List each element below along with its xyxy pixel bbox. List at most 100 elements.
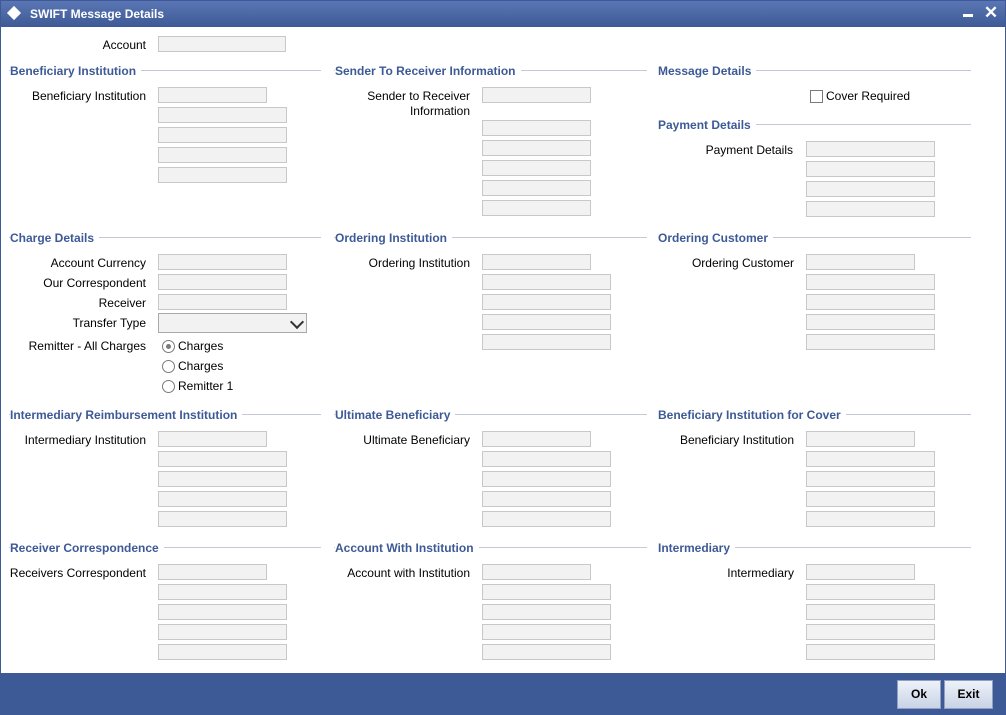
payment-details-line-3[interactable] [806,181,935,197]
ultimate-beneficiary-line-3[interactable] [482,471,611,487]
window-title: SWIFT Message Details [30,7,165,21]
sender-to-receiver-label-line-2: Information [409,104,470,118]
sender-to-receiver-line-2[interactable] [482,120,591,136]
ordering-customer-line-5[interactable] [806,334,935,350]
intermediary-institution-line-4[interactable] [158,491,287,507]
account-input[interactable] [158,36,286,52]
beneficiary-institution-cover-line-3[interactable] [806,471,935,487]
payment-details-line-4[interactable] [806,201,935,217]
section-ordering-customer: Ordering Customer [658,231,774,245]
ordering-institution-line-2[interactable] [482,274,611,290]
section-receiver-correspondence: Receiver Correspondence [10,541,164,555]
account-with-institution-line-3[interactable] [482,604,611,620]
beneficiary-institution-line-5[interactable] [158,167,287,183]
minimize-button[interactable] [959,4,977,22]
receivers-correspondent-line-5[interactable] [158,644,287,660]
ordering-customer-input[interactable] [806,254,915,270]
beneficiary-institution-label: Beneficiary Institution [31,89,146,103]
intermediary-line-5[interactable] [806,644,935,660]
intermediary-line-4[interactable] [806,624,935,640]
radio-charges-1[interactable] [162,340,175,353]
ordering-customer-line-3[interactable] [806,294,935,310]
intermediary-input[interactable] [806,564,915,580]
receivers-correspondent-input[interactable] [158,564,267,580]
ultimate-beneficiary-line-5[interactable] [482,511,611,527]
remitter-all-charges-label: Remitter - All Charges [28,339,146,353]
beneficiary-institution-cover-line-2[interactable] [806,451,935,467]
sender-to-receiver-line-4[interactable] [482,160,591,176]
section-account-with-institution: Account With Institution [335,541,479,555]
radio-charges-2-label: Charges [178,359,224,373]
ordering-institution-input[interactable] [482,254,591,270]
account-with-institution-input[interactable] [482,564,591,580]
ordering-institution-line-5[interactable] [482,334,611,350]
ultimate-beneficiary-input[interactable] [482,431,591,447]
ordering-customer-line-2[interactable] [806,274,935,290]
sender-to-receiver-line-6[interactable] [482,200,591,216]
ultimate-beneficiary-line-2[interactable] [482,451,611,467]
our-correspondent-input[interactable] [158,274,287,290]
section-intermediary: Intermediary [658,541,736,555]
payment-details-label: Payment Details [705,143,793,157]
payment-details-line-2[interactable] [806,161,935,177]
beneficiary-institution-cover-input[interactable] [806,431,915,447]
radio-charges-1-label: Charges [178,339,224,353]
ok-button[interactable]: Ok [897,680,941,709]
our-correspondent-label: Our Correspondent [43,276,146,290]
section-intermediary-reimbursement: Intermediary Reimbursement Institution [10,408,243,422]
ultimate-beneficiary-line-4[interactable] [482,491,611,507]
account-with-institution-line-5[interactable] [482,644,611,660]
beneficiary-institution-line-3[interactable] [158,127,287,143]
section-ultimate-beneficiary: Ultimate Beneficiary [335,408,456,422]
beneficiary-institution-cover-line-4[interactable] [806,491,935,507]
beneficiary-institution-cover-label: Beneficiary Institution [679,433,794,447]
intermediary-institution-label: Intermediary Institution [24,433,146,447]
ordering-institution-line-3[interactable] [482,294,611,310]
ultimate-beneficiary-label: Ultimate Beneficiary [363,433,470,447]
exit-button[interactable]: Exit [944,680,993,709]
close-button[interactable]: ✕ [982,4,1000,22]
transfer-type-label: Transfer Type [72,316,146,330]
chevron-down-icon [289,314,305,330]
section-ordering-institution: Ordering Institution [335,231,452,245]
transfer-type-select[interactable] [158,313,307,333]
receiver-input[interactable] [158,294,287,310]
receivers-correspondent-line-3[interactable] [158,604,287,620]
section-charge-details: Charge Details [10,231,100,245]
account-with-institution-line-2[interactable] [482,584,611,600]
intermediary-institution-line-2[interactable] [158,451,287,467]
payment-details-input[interactable] [806,141,935,157]
footer-bar: Ok Exit [1,673,1005,714]
title-bar: SWIFT Message Details ✕ [1,1,1005,27]
intermediary-institution-input[interactable] [158,431,267,447]
beneficiary-institution-line-2[interactable] [158,107,287,123]
account-with-institution-line-4[interactable] [482,624,611,640]
account-with-institution-label: Account with Institution [347,566,470,580]
intermediary-line-2[interactable] [806,584,935,600]
receiver-label: Receiver [98,296,146,310]
radio-remitter-1[interactable] [162,380,175,393]
intermediary-line-3[interactable] [806,604,935,620]
section-payment-details: Payment Details [658,118,756,132]
intermediary-institution-line-3[interactable] [158,471,287,487]
cover-required-checkbox[interactable] [810,90,823,103]
sender-to-receiver-line-3[interactable] [482,140,591,156]
receivers-correspondent-line-4[interactable] [158,624,287,640]
ordering-institution-line-4[interactable] [482,314,611,330]
sender-to-receiver-line-5[interactable] [482,180,591,196]
ordering-customer-line-4[interactable] [806,314,935,330]
intermediary-institution-line-5[interactable] [158,511,287,527]
account-label: Account [102,38,146,52]
account-currency-input[interactable] [158,254,287,270]
beneficiary-institution-cover-line-5[interactable] [806,511,935,527]
beneficiary-institution-input[interactable] [158,87,267,103]
intermediary-label: Intermediary [727,566,794,580]
beneficiary-institution-line-4[interactable] [158,147,287,163]
sender-to-receiver-input[interactable] [482,87,591,103]
radio-charges-2[interactable] [162,360,175,373]
close-icon: ✕ [983,3,999,22]
section-sender-to-receiver: Sender To Receiver Information [335,64,521,78]
section-message-details: Message Details [658,64,757,78]
section-beneficiary-institution-cover: Beneficiary Institution for Cover [658,408,846,422]
receivers-correspondent-line-2[interactable] [158,584,287,600]
